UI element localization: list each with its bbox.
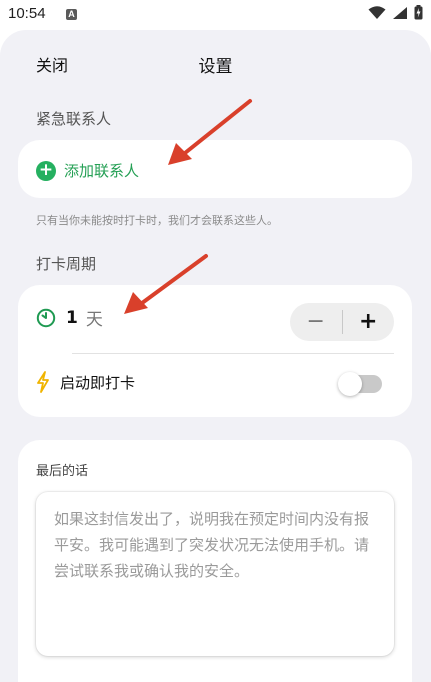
add-contact-button[interactable]: + 添加联系人 — [36, 160, 139, 181]
checkin-period-card: 1 天 − + 启动即打卡 — [18, 285, 412, 417]
plus-circle-icon: + — [36, 160, 56, 181]
increase-days-button[interactable]: + — [342, 303, 394, 341]
add-contact-label: 添加联系人 — [64, 162, 140, 180]
decrease-days-button[interactable]: − — [290, 303, 342, 341]
checkin-section-label: 打卡周期 — [36, 255, 97, 273]
wifi-icon — [368, 5, 386, 19]
notification-a-icon: A — [66, 9, 77, 20]
days-display: 1 天 — [36, 305, 103, 330]
clock-icon — [36, 308, 56, 327]
days-unit: 天 — [85, 310, 103, 330]
days-stepper: − + — [290, 303, 394, 341]
settings-sheet: 关闭 设置 紧急联系人 + 添加联系人 只有当你未能按时打卡时，我们才会联系这些… — [0, 30, 431, 682]
header: 关闭 设置 — [0, 52, 431, 78]
status-icons — [368, 5, 423, 20]
status-bar: 10:54 A — [0, 0, 431, 30]
toggle-knob — [338, 372, 362, 396]
battery-icon — [414, 5, 423, 20]
status-time: 10:54 — [8, 5, 46, 22]
instant-checkin-row: 启动即打卡 — [36, 371, 135, 393]
lightning-icon — [37, 371, 49, 393]
last-words-card: 最后的话 如果这封信发出了，说明我在预定时间内没有报平安。我可能遇到了突发状况无… — [18, 440, 412, 682]
last-words-label: 最后的话 — [36, 464, 89, 479]
emergency-section-label: 紧急联系人 — [36, 110, 112, 128]
instant-checkin-label: 启动即打卡 — [60, 373, 136, 392]
emergency-hint: 只有当你未能按时打卡时，我们才会联系这些人。 — [36, 214, 278, 227]
last-words-textarea[interactable]: 如果这封信发出了，说明我在预定时间内没有报平安。我可能遇到了突发状况无法使用手机… — [36, 492, 394, 656]
signal-icon — [393, 6, 407, 19]
instant-checkin-toggle[interactable] — [338, 372, 382, 396]
page-title: 设置 — [198, 57, 233, 77]
days-value: 1 — [66, 307, 78, 328]
emergency-contacts-card: + 添加联系人 — [18, 140, 412, 198]
card-divider — [72, 353, 394, 354]
